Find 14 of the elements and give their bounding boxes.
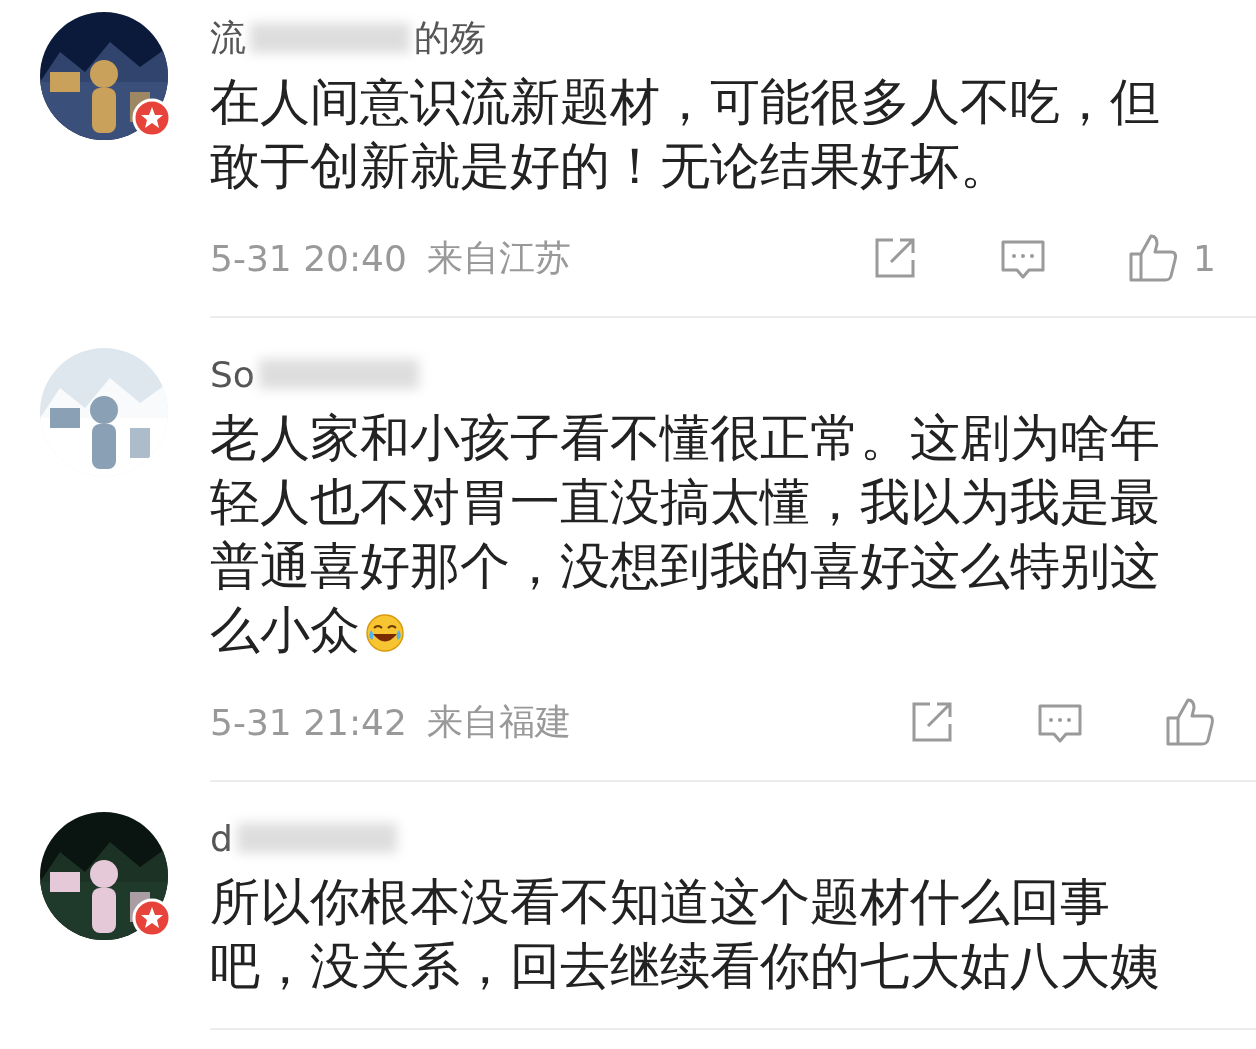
comment-location: 来自江苏 — [426, 235, 571, 280]
thumbs-up-icon[interactable] — [1127, 232, 1180, 284]
comment-text: 所以你根本没看不知道这个题材什么回事吧，没关系，回去继续看你的七大姑八大姨 — [210, 873, 1160, 995]
comment-time: 5-31 21:42 — [210, 701, 407, 743]
comment-text: 老人家和小孩子看不懂很正常。这剧为啥年轻人也不对胃一直没搞太懂，我以为我是最普通喜好那个，没想到我的喜好这么特别这么小众 — [210, 409, 1160, 659]
username[interactable]: 的殇 — [414, 13, 486, 63]
comment-time: 5-31 20:40 — [210, 237, 407, 279]
like-count: 1 — [1193, 237, 1216, 279]
thumbs-up-icon[interactable] — [1164, 696, 1216, 748]
username[interactable]: 流 — [210, 13, 246, 63]
username[interactable]: d — [210, 817, 233, 859]
username[interactable]: So — [210, 353, 255, 395]
comment-text: 在人间意识流新题材，可能很多人不吃，但敢于创新就是好的！无论结果好坏。 — [210, 73, 1160, 195]
comment-location: 来自福建 — [426, 699, 571, 744]
